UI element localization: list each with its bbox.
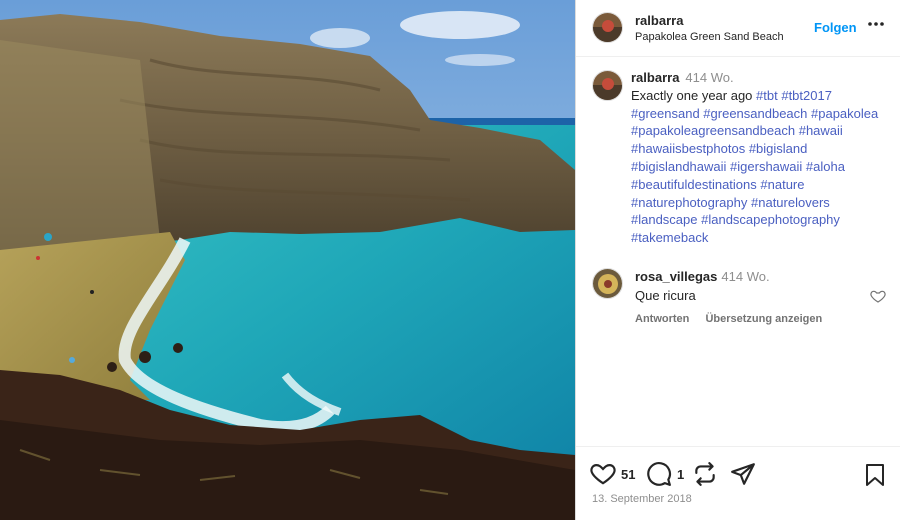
hashtag-link[interactable]: #beautifuldestinations [631,177,757,192]
comment-age: 414 Wo. [721,269,770,284]
hashtag-link[interactable]: #igershawaii [730,159,802,174]
caption-text: Exactly one year ago [631,87,753,103]
caption-age: 414 Wo. [685,70,734,85]
follow-button[interactable]: Folgen [814,20,857,35]
hashtag-link[interactable]: #tbt2017 [781,88,832,103]
repost-icon[interactable] [692,461,718,487]
post-image[interactable] [0,0,575,520]
post-modal: ralbarra Papakolea Green Sand Beach Folg… [0,0,900,520]
like-icon[interactable] [590,461,616,487]
actions-divider [576,446,900,447]
translate-button[interactable]: Übersetzung anzeigen [705,313,822,325]
hashtag-link[interactable]: #papakoleagreensandbeach [631,123,795,138]
hashtag-link[interactable]: #bigisland [749,141,808,156]
reply-button[interactable]: Antworten [635,313,689,325]
beach-photo [0,0,575,520]
avatar-image [593,13,622,42]
hashtag-link[interactable]: #aloha [806,159,845,174]
comment-icon[interactable] [646,461,672,487]
comment-actions: Antworten Übersetzung anzeigen [635,313,835,325]
caption-avatar[interactable] [592,70,623,101]
hashtag-link[interactable]: #landscapephotography [701,212,840,227]
hashtag-link[interactable]: #landscape [631,212,698,227]
caption: ralbarra 414 Wo. Exactly one year ago #tb… [631,69,893,247]
comment-count: 1 [677,467,685,482]
hashtag-link[interactable]: #naturelovers [751,195,830,210]
hashtag-link[interactable]: #hawaii [799,123,843,138]
hashtag-link[interactable]: #bigislandhawaii [631,159,726,174]
comment-text: Que ricura [635,288,696,303]
author-avatar[interactable] [592,12,623,43]
comment-like-icon[interactable] [870,288,886,304]
hashtag-link[interactable]: #hawaiisbestphotos [631,141,745,156]
hashtag-link[interactable]: #papakolea [811,106,878,121]
hashtag-link[interactable]: #naturephotography [631,195,747,210]
post-date[interactable]: 13. September 2018 [592,493,692,505]
hashtag-list: #tbt #tbt2017 #greensand #greensandbeach… [631,88,878,245]
comment-header: rosa_villegas 414 Wo. [635,269,770,284]
comment-username[interactable]: rosa_villegas [635,269,717,284]
more-icon[interactable] [866,14,886,34]
post-sidebar: ralbarra Papakolea Green Sand Beach Folg… [575,0,900,520]
author-username[interactable]: ralbarra [635,13,683,28]
avatar-image [593,71,622,100]
like-count: 51 [621,467,636,482]
hashtag-link[interactable]: #tbt [756,88,778,103]
comment-avatar[interactable] [592,268,623,299]
caption-body: Exactly one year ago #tbt #tbt2017 #gree… [631,87,893,247]
hashtag-link[interactable]: #greensandbeach [703,106,807,121]
post-location[interactable]: Papakolea Green Sand Beach [635,31,784,43]
hashtag-link[interactable]: #nature [760,177,804,192]
share-icon[interactable] [730,461,756,487]
hashtag-link[interactable]: #greensand [631,106,700,121]
post-header: ralbarra Papakolea Green Sand Beach Folg… [576,0,900,57]
caption-username[interactable]: ralbarra [631,70,679,85]
bookmark-icon[interactable] [864,463,886,487]
hashtag-link[interactable]: #takemeback [631,230,708,245]
avatar-image [593,269,622,298]
